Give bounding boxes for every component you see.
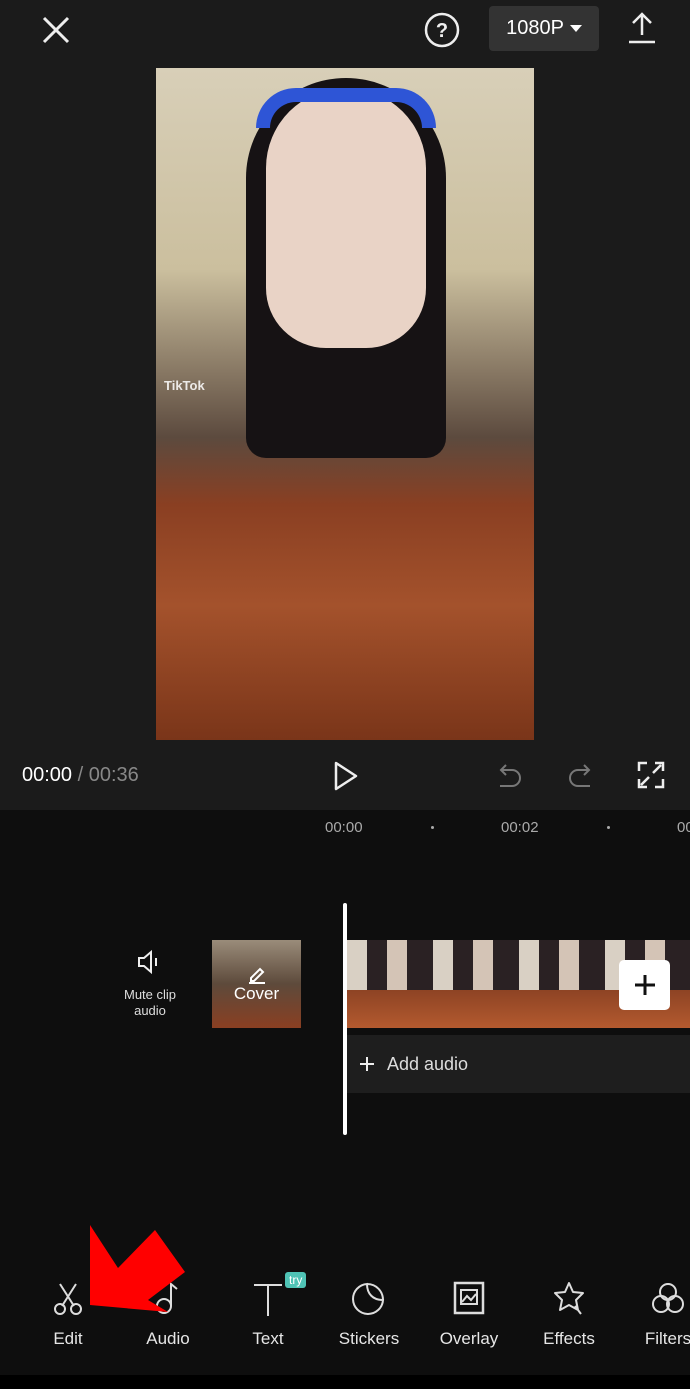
- sticker-icon: [352, 1282, 385, 1315]
- ruler-tick: 00:02: [501, 819, 539, 836]
- svg-text:?: ?: [436, 20, 448, 42]
- help-icon[interactable]: ?: [422, 10, 462, 50]
- toolbar-label: Text: [252, 1329, 284, 1348]
- undo-icon[interactable]: [494, 760, 526, 792]
- system-bar: [0, 1375, 690, 1389]
- toolbar-text[interactable]: try Text: [223, 1272, 313, 1349]
- video-preview[interactable]: TikTok: [156, 68, 534, 740]
- toolbar-label: Audio: [146, 1329, 190, 1348]
- video-content-headband: [256, 88, 436, 128]
- toolbar-stickers[interactable]: Stickers: [324, 1280, 414, 1349]
- red-annotation-arrow: [90, 1225, 185, 1312]
- add-audio-button[interactable]: Add audio: [347, 1035, 690, 1093]
- ruler-tick: 00:00: [325, 819, 363, 836]
- toolbar-filters[interactable]: Filters: [623, 1280, 690, 1349]
- toolbar-label: Edit: [53, 1329, 83, 1348]
- redo-icon[interactable]: [564, 760, 596, 792]
- filters-icon: [652, 1283, 684, 1313]
- overlay-icon: [453, 1281, 485, 1315]
- plus-icon: [634, 975, 655, 995]
- ruler-dot: [431, 826, 434, 829]
- add-audio-label: Add audio: [387, 1053, 469, 1074]
- play-icon[interactable]: [328, 758, 364, 794]
- fullscreen-icon[interactable]: [635, 759, 667, 791]
- text-icon: [254, 1284, 282, 1316]
- export-icon[interactable]: [622, 8, 662, 48]
- cover-label: Cover: [233, 984, 280, 1003]
- mute-clip-audio-label: Mute clip audio: [123, 987, 177, 1018]
- playhead[interactable]: [343, 903, 347, 1135]
- caret-down-icon: [569, 25, 582, 32]
- effects-star-icon: [554, 1282, 584, 1315]
- close-icon[interactable]: [36, 10, 76, 50]
- toolbar-label: Effects: [543, 1329, 595, 1348]
- ruler-dot: [607, 826, 610, 829]
- toolbar-effects[interactable]: Effects: [524, 1280, 614, 1349]
- resolution-label: 1080P: [506, 17, 564, 39]
- toolbar-label: Stickers: [338, 1329, 400, 1348]
- toolbar-overlay[interactable]: Overlay: [424, 1280, 514, 1349]
- speaker-icon: [138, 949, 157, 975]
- cover-button[interactable]: Cover: [212, 940, 301, 1028]
- time-display: 00:00 / 00:36: [22, 764, 139, 787]
- tiktok-watermark: TikTok: [164, 378, 205, 393]
- toolbar-label: Filters: [644, 1329, 690, 1348]
- resolution-dropdown[interactable]: 1080P: [489, 6, 599, 51]
- toolbar-label: Overlay: [439, 1329, 499, 1348]
- plus-icon: [360, 1057, 374, 1071]
- total-time: 00:36: [88, 764, 139, 786]
- edit-pencil-icon: [248, 967, 265, 984]
- add-clip-button[interactable]: [619, 960, 670, 1010]
- current-time: 00:00: [22, 764, 73, 786]
- mute-clip-audio-button[interactable]: Mute clip audio: [110, 948, 190, 1019]
- ruler-tick: 00: [677, 819, 690, 836]
- time-separator: /: [77, 764, 84, 786]
- try-badge: try: [285, 1272, 307, 1288]
